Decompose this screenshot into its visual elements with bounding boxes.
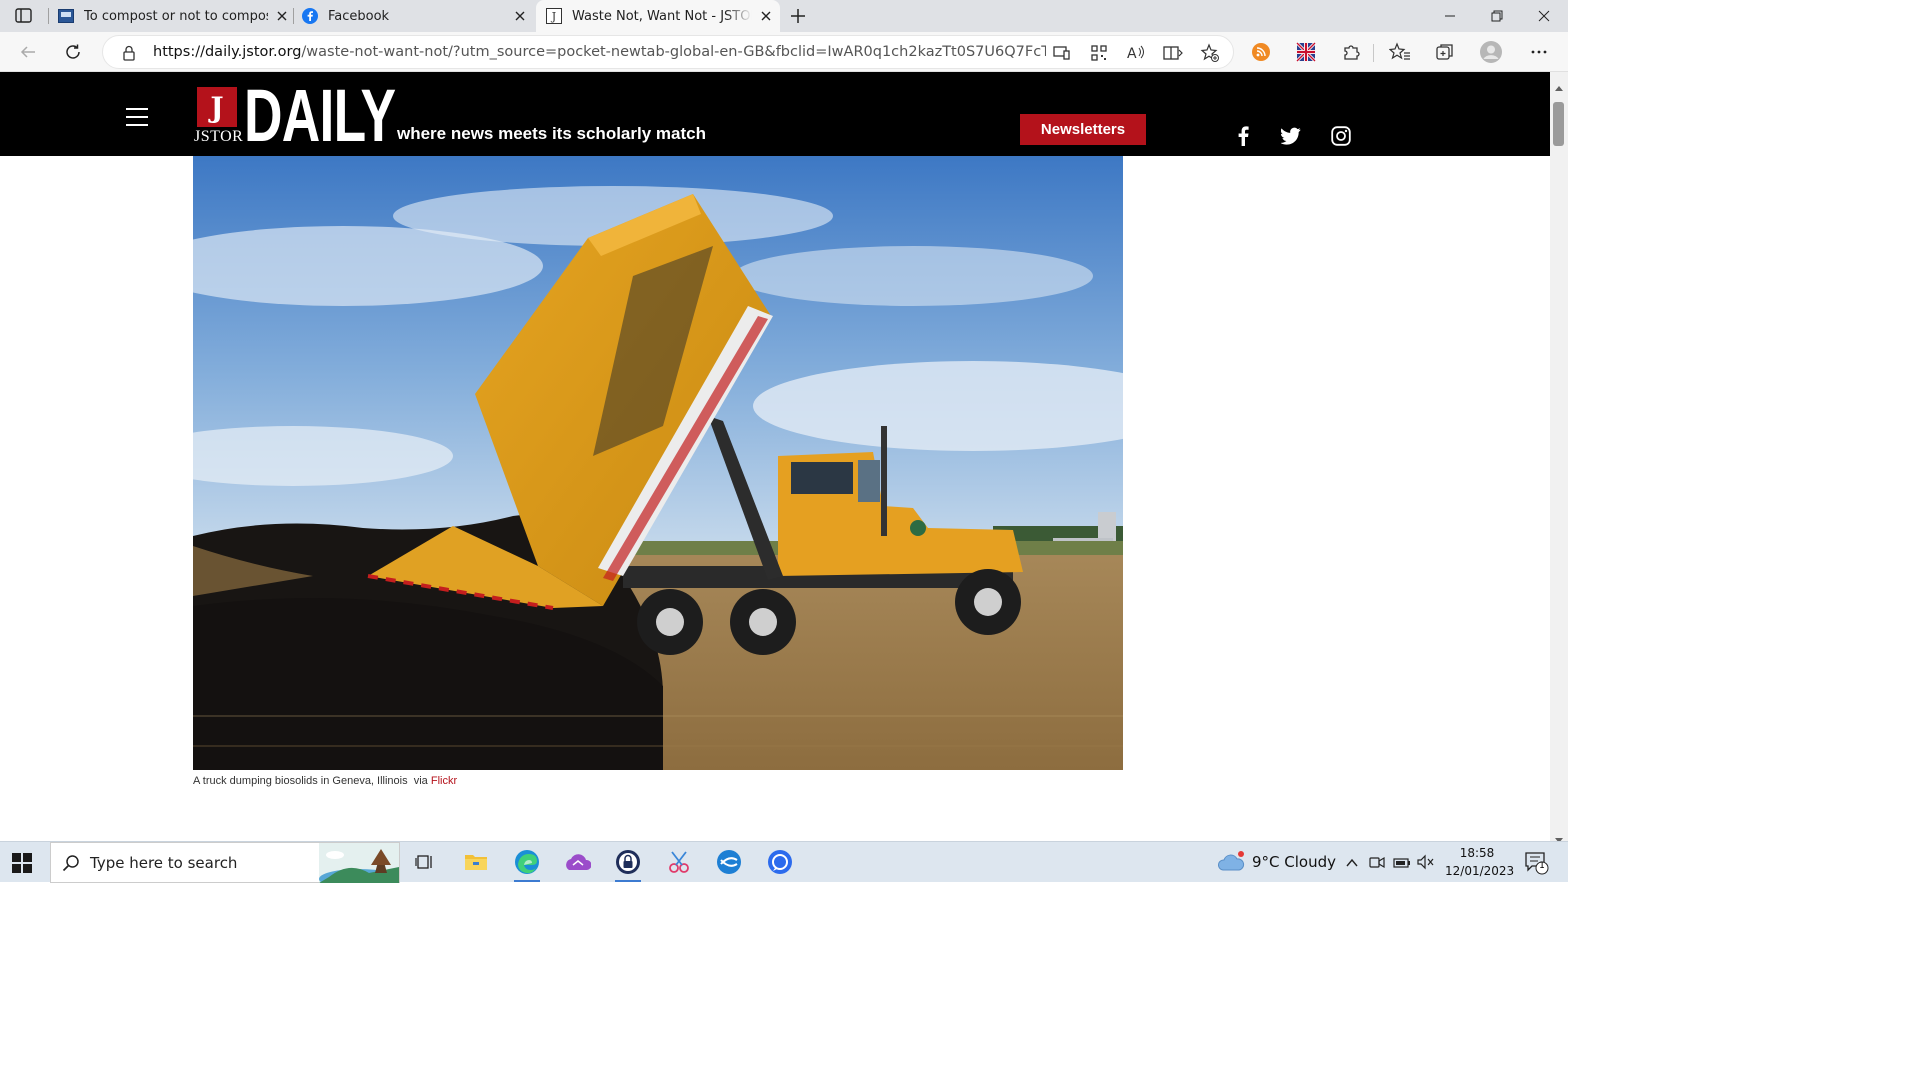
tab-divider (48, 8, 49, 24)
show-hidden-icons-chevron-icon[interactable] (1345, 855, 1359, 869)
collections-icon[interactable] (1433, 40, 1457, 64)
url-path: /waste-not-want-not/?utm_source=pocket-n… (301, 44, 1046, 60)
back-arrow-icon[interactable] (12, 36, 44, 68)
volume-muted-icon[interactable] (1417, 854, 1435, 870)
weather-cloud-icon[interactable] (1217, 850, 1246, 874)
close-tab-icon[interactable] (512, 8, 528, 24)
site-favicon-icon (58, 8, 74, 24)
svg-text:A: A (1127, 46, 1137, 62)
image-caption: A truck dumping biosolids in Geneva, Ill… (193, 775, 457, 787)
scroll-down-arrow-icon[interactable] (1555, 829, 1563, 843)
vpn-lock-app-icon[interactable] (613, 847, 643, 882)
clock-time: 18:58 (1459, 846, 1495, 860)
signal-messenger-icon[interactable] (765, 847, 795, 877)
site-tagline: where news meets its scholarly match (397, 124, 706, 143)
close-tab-icon[interactable] (758, 8, 774, 24)
app-available-icon[interactable] (1050, 41, 1074, 65)
notification-center-icon[interactable]: 1 (1524, 851, 1550, 875)
search-placeholder: Type here to search (90, 854, 238, 872)
task-view-icon[interactable] (410, 847, 440, 877)
battery-icon[interactable] (1393, 855, 1411, 869)
flag-extension-icon[interactable] (1294, 40, 1318, 64)
menu-hamburger-icon[interactable] (126, 108, 148, 126)
restore-window-icon[interactable] (1474, 0, 1520, 32)
add-favorite-icon[interactable] (1198, 41, 1222, 65)
clock-date: 12/01/2023 (1445, 864, 1515, 878)
tab-divider (293, 8, 294, 24)
tab-title: Facebook (328, 8, 390, 24)
system-clock[interactable]: 18:58 12/01/2023 (1445, 844, 1515, 880)
toolbar-divider (1373, 44, 1374, 62)
close-window-icon[interactable] (1521, 0, 1567, 32)
rss-extension-icon[interactable] (1249, 40, 1273, 64)
tab-jstor-daily[interactable]: J Waste Not, Want Not - JSTOR Da (536, 0, 780, 32)
page-scrollbar[interactable] (1550, 72, 1568, 843)
search-highlight-icon[interactable] (319, 843, 399, 889)
tab-facebook[interactable]: Facebook (302, 0, 528, 32)
url-text[interactable]: https://daily.jstor.org/waste-not-want-n… (153, 44, 1046, 60)
facebook-favicon-icon (302, 8, 318, 24)
tab-title: Waste Not, Want Not - JSTOR Da (572, 8, 752, 24)
jstor-logo-mark[interactable]: J (197, 87, 237, 127)
notification-count: 1 (1539, 861, 1545, 871)
browser-toolbar: https://daily.jstor.org/waste-not-want-n… (0, 32, 1568, 72)
weather-text[interactable]: 9°C Cloudy (1252, 853, 1336, 871)
new-tab-icon[interactable] (788, 6, 808, 26)
instagram-icon[interactable] (1329, 124, 1353, 148)
windows-start-icon[interactable] (12, 853, 32, 873)
edge-browser-icon[interactable] (512, 847, 542, 882)
meet-now-icon[interactable] (1369, 854, 1385, 870)
daily-logo-text[interactable]: DAILY (244, 74, 396, 158)
jstor-logo-text[interactable]: JSTOR (194, 128, 243, 146)
extensions-puzzle-icon[interactable] (1339, 40, 1363, 64)
jstor-favicon-icon: J (546, 8, 562, 24)
swirl-app-icon[interactable] (714, 847, 744, 877)
tab-actions-icon[interactable] (14, 7, 34, 25)
cloud-app-icon[interactable] (563, 847, 593, 877)
taskbar-search-box[interactable]: Type here to search (50, 842, 400, 889)
lock-icon[interactable] (121, 44, 137, 62)
scroll-up-arrow-icon[interactable] (1555, 76, 1563, 91)
tab-compost[interactable]: To compost or not to compost - (58, 0, 290, 32)
search-icon (62, 854, 80, 872)
snipping-tool-icon[interactable] (664, 847, 694, 877)
scroll-thumb[interactable] (1553, 102, 1564, 146)
tab-title: To compost or not to compost - (84, 8, 268, 24)
twitter-icon[interactable] (1279, 124, 1303, 148)
address-bar[interactable]: https://daily.jstor.org/waste-not-want-n… (102, 35, 1234, 69)
refresh-icon[interactable] (57, 36, 89, 68)
file-explorer-icon[interactable] (461, 847, 491, 877)
settings-more-icon[interactable] (1527, 40, 1551, 64)
qr-code-icon[interactable] (1087, 41, 1111, 65)
browser-tab-strip: To compost or not to compost - Facebook … (0, 0, 1568, 32)
svg-text:J: J (551, 10, 556, 23)
caption-text: A truck dumping biosolids in Geneva, Ill… (193, 775, 431, 787)
close-tab-icon[interactable] (274, 8, 290, 24)
read-aloud-icon[interactable]: A (1124, 41, 1148, 65)
profile-avatar-icon[interactable] (1479, 40, 1503, 64)
site-header: J JSTOR DAILY where news meets its schol… (0, 72, 1550, 158)
immersive-reader-icon[interactable] (1161, 41, 1185, 65)
minimize-window-icon[interactable] (1427, 0, 1473, 32)
article-hero-image (193, 156, 1123, 770)
newsletters-button[interactable]: Newsletters (1020, 114, 1146, 145)
url-domain: https://daily.jstor.org (153, 44, 302, 60)
favorites-icon[interactable] (1388, 40, 1412, 64)
flickr-credit-link[interactable]: Flickr (431, 775, 457, 787)
windows-taskbar: Type here to search 9°C Cloudy 18:58 12/… (0, 841, 1568, 889)
facebook-icon[interactable] (1231, 124, 1255, 148)
